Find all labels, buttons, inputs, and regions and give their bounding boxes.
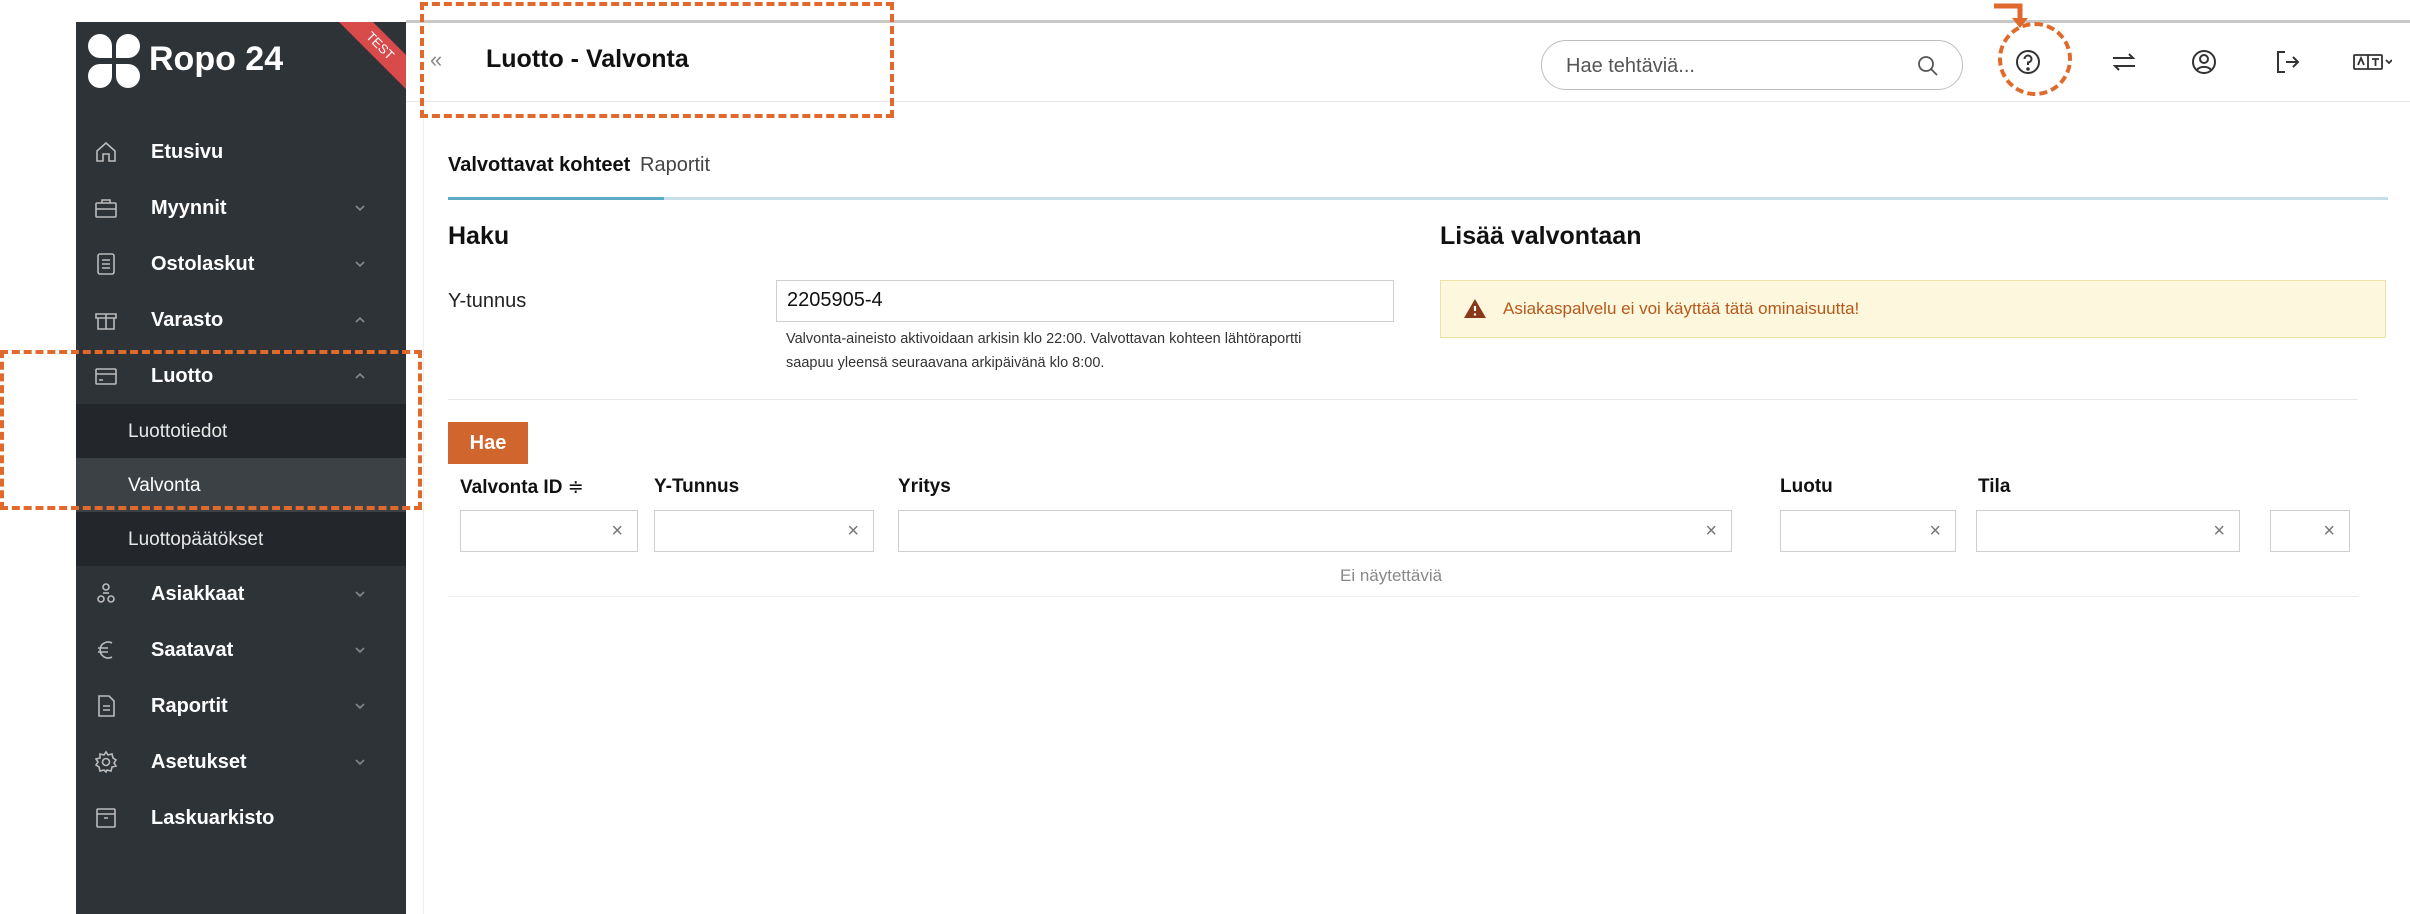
column-header-label: Valvonta ID [460, 477, 563, 498]
sidebar-item-label: Asetukset [151, 750, 247, 773]
y-tunnus-label: Y-tunnus [448, 290, 527, 312]
filter-y-tunnus[interactable]: × [654, 510, 874, 552]
task-search [1541, 40, 1963, 90]
euro-icon [98, 641, 113, 659]
highlight-page-title [420, 2, 894, 118]
sidebar-item-label: Etusivu [151, 140, 224, 163]
user-icon[interactable] [2188, 46, 2220, 78]
haku-heading: Haku [448, 222, 510, 250]
column-header-tila[interactable]: Tila [1978, 476, 2010, 498]
briefcase-icon [95, 199, 117, 218]
home-icon [96, 141, 116, 162]
empty-table-message: Ei näytettäviä [1340, 566, 1443, 585]
chevron-down-icon [355, 703, 365, 710]
filter-yritys[interactable]: × [898, 510, 1732, 552]
sidebar-item-label: Laskuarkisto [151, 806, 275, 829]
column-header-yritys[interactable]: Yritys [898, 476, 951, 498]
archive-icon [96, 808, 116, 828]
tab-bar: Valvottavat kohteet Raportit [448, 140, 2388, 200]
search-button[interactable]: Hae [448, 422, 528, 464]
annotation-arrow-icon [1994, 3, 2028, 28]
sidebar-item-label: Asiakkaat [151, 582, 245, 605]
app-name: Ropo 24 [149, 40, 284, 78]
highlight-help-icon [1998, 22, 2072, 96]
chevron-down-icon [355, 647, 365, 654]
sidebar-item-label: Raportit [151, 694, 228, 717]
sort-icon[interactable]: ≑ [568, 477, 584, 498]
sidebar-item-varasto[interactable]: Varasto [76, 292, 406, 348]
highlight-sidebar-valvonta [0, 350, 422, 510]
column-header-y-tunnus[interactable]: Y-Tunnus [654, 476, 739, 498]
chevron-down-icon [355, 759, 365, 766]
chevron-down-icon [355, 261, 365, 268]
section-divider [448, 399, 2358, 400]
sidebar-item-label: Varasto [151, 308, 224, 331]
sidebar-item-label: Ostolaskut [151, 252, 255, 275]
filter-extra[interactable]: × [2270, 510, 2350, 552]
warning-icon [1464, 299, 1486, 318]
filter-valvonta-id[interactable]: × [460, 510, 638, 552]
clear-icon[interactable]: × [1929, 520, 1941, 543]
sidebar-item-laskuarkisto[interactable]: Laskuarkisto [76, 790, 406, 846]
sidebar-item-myynnit[interactable]: Myynnit [76, 180, 406, 236]
switch-icon[interactable] [2108, 46, 2140, 78]
report-icon [98, 695, 115, 717]
content-divider [423, 102, 424, 914]
sidebar-item-saatavat[interactable]: Saatavat [76, 622, 406, 678]
sidebar-item-ostolaskut[interactable]: Ostolaskut [76, 236, 406, 292]
help-text: Valvonta-aineisto aktivoidaan arkisin kl… [786, 327, 1416, 375]
column-header-luotu[interactable]: Luotu [1780, 476, 1833, 498]
document-icon [97, 253, 115, 275]
help-text-line: saapuu yleensä seuraavana arkipäivänä kl… [786, 355, 1105, 371]
lisaa-valvontaan-heading: Lisää valvontaan [1440, 222, 1642, 250]
warning-text: Asiakaspalvelu ei voi käyttää tätä omina… [1503, 299, 1860, 318]
filter-luotu[interactable]: × [1780, 510, 1956, 552]
sidebar-item-label: Myynnit [151, 196, 227, 219]
clear-icon[interactable]: × [2213, 520, 2225, 543]
sidebar-item-asetukset[interactable]: Asetukset [76, 734, 406, 790]
filter-tila[interactable]: × [1976, 510, 2240, 552]
logout-icon[interactable] [2272, 46, 2304, 78]
chevron-down-icon [355, 591, 365, 598]
clear-icon[interactable]: × [611, 520, 623, 543]
table-bottom-line [448, 596, 2358, 597]
search-input[interactable] [1566, 51, 1896, 81]
warning-alert: Asiakaspalvelu ei voi käyttää tätä omina… [1440, 280, 2386, 338]
clear-icon[interactable]: × [2323, 520, 2335, 543]
settings-icon [94, 750, 118, 774]
active-tab-indicator [448, 197, 664, 200]
box-icon [95, 313, 117, 330]
test-environment-ribbon: TEST [329, 22, 406, 97]
sidebar-subitem-label: Luottopäätökset [128, 529, 264, 550]
language-icon[interactable] [2352, 46, 2392, 78]
chevron-up-icon [355, 316, 365, 323]
sidebar-item-raportit[interactable]: Raportit [76, 678, 406, 734]
sidebar-item-asiakkaat[interactable]: Asiakkaat [76, 566, 406, 622]
help-text-line: Valvonta-aineisto aktivoidaan arkisin kl… [786, 331, 1302, 347]
sidebar-item-etusivu[interactable]: Etusivu [76, 124, 406, 180]
column-header-valvonta-id[interactable]: Valvonta ID ≑ [460, 476, 584, 499]
clear-icon[interactable]: × [1705, 520, 1717, 543]
sidebar-subitem-luottopaatokset[interactable]: Luottopäätökset [76, 512, 406, 566]
search-icon[interactable] [1916, 54, 1940, 78]
ropo-logo[interactable] [88, 34, 140, 90]
users-icon [97, 583, 115, 603]
chevron-down-icon [355, 205, 365, 212]
tab-raportit[interactable]: Raportit [640, 154, 710, 177]
brand-header: Ropo 24 TEST [76, 22, 406, 104]
sidebar-item-label: Saatavat [151, 638, 234, 661]
clear-icon[interactable]: × [847, 520, 859, 543]
y-tunnus-field[interactable]: 2205905-4 [776, 280, 1394, 322]
tab-valvottavat-kohteet[interactable]: Valvottavat kohteet [448, 154, 630, 177]
